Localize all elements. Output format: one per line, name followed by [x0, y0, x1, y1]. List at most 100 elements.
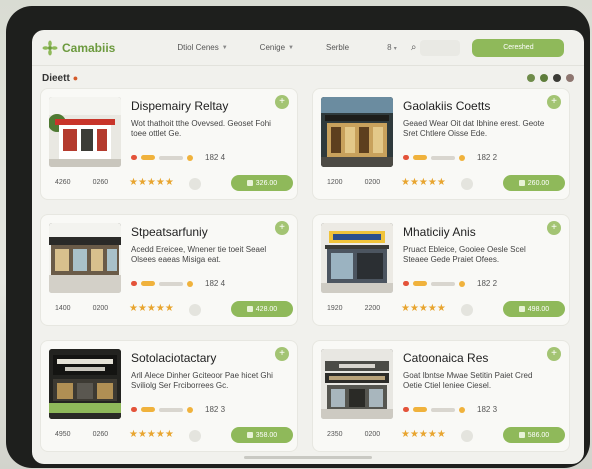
category-tag	[413, 281, 427, 286]
dispensary-card[interactable]: Catoonaica Res Goat Ibntse Mwae Setitin …	[312, 340, 570, 452]
coin-icon	[459, 406, 465, 413]
card-description: Pruact Ebleice, Gooiee Oesle Scel Steaee…	[403, 245, 526, 264]
storefront-red-illustration	[49, 97, 121, 167]
map-view-icon[interactable]	[553, 74, 561, 82]
dispensary-card[interactable]: Dispemairy Reltay Wot thathoit tthe Ovev…	[40, 88, 298, 200]
card-description: Wot thathoit tthe Ovevsed. Geoset Fohi t…	[131, 119, 271, 138]
user-menu-button[interactable]: 8 ▾	[387, 43, 397, 52]
view-options	[527, 74, 574, 82]
price-label: 358.00	[255, 431, 278, 439]
info-icon[interactable]	[461, 430, 473, 442]
category-tag	[141, 407, 155, 412]
info-icon[interactable]	[189, 304, 201, 316]
stat-value: 1200	[327, 179, 343, 186]
brand-logo[interactable]: Camabiis	[42, 40, 115, 56]
card-title[interactable]: Dispemairy Reltay	[131, 99, 228, 113]
price-label: 498.00	[527, 305, 550, 313]
nav-item-label: Cenige	[259, 43, 286, 52]
dispensary-card[interactable]: Gaolakiis Coetts Geaed Wear Oit dat Ibhi…	[312, 88, 570, 200]
list-view-icon[interactable]	[540, 74, 548, 82]
nav-item-label: Serble	[325, 43, 350, 52]
review-count: 182 4	[205, 153, 226, 162]
category-tag	[159, 281, 183, 286]
price-button[interactable]: 428.00	[231, 301, 293, 317]
rating-stars: ★★★★★	[401, 177, 446, 188]
storefront-image	[321, 223, 393, 293]
stat-value: 0200	[92, 305, 109, 312]
info-icon[interactable]	[189, 430, 201, 442]
nav-item-dtiol-cenes[interactable]: Dtiol Cenes ▼	[177, 43, 227, 52]
price-label: 326.00	[255, 179, 278, 187]
dispensary-card[interactable]: Sotolaciotactary Arll Alece Dinher Gcite…	[40, 340, 298, 452]
coin-icon	[459, 154, 465, 161]
tablet-frame: Camabiis Dtiol Cenes ▼ Cenige ▼ Serble 8…	[6, 6, 590, 468]
stat-value: 0260	[92, 431, 109, 438]
storefront-image	[321, 97, 393, 167]
grid-view-icon[interactable]	[527, 74, 535, 82]
stat-value: 0200	[364, 431, 381, 438]
storefront-image	[49, 349, 121, 419]
dispensary-card[interactable]: Stpeatsarfuniy Acedd Ereicee, Wnener tie…	[40, 214, 298, 326]
category-tag	[413, 407, 427, 412]
card-meta: 182 2	[403, 153, 497, 162]
card-stats: 2350 0200	[327, 431, 380, 438]
card-meta: 182 4	[131, 279, 225, 288]
add-favorite-button[interactable]: +	[275, 95, 289, 109]
card-title[interactable]: Sotolaciotactary	[131, 351, 216, 365]
price-button[interactable]: 498.00	[503, 301, 565, 317]
add-favorite-button[interactable]: +	[547, 221, 561, 235]
bag-icon	[518, 306, 525, 312]
storefront-dark-illustration	[49, 349, 121, 419]
search-input[interactable]	[420, 39, 461, 56]
chevron-down-icon: ▾	[393, 46, 397, 52]
bag-icon	[246, 306, 253, 312]
chevron-down-icon: ▼	[221, 44, 228, 51]
card-title[interactable]: Stpeatsarfuniy	[131, 225, 208, 239]
price-label: 260.00	[527, 179, 550, 187]
category-tag	[141, 281, 155, 286]
add-favorite-button[interactable]: +	[547, 347, 561, 361]
card-title[interactable]: Mhaticiiy Anis	[403, 225, 476, 239]
category-tag	[131, 407, 137, 412]
home-indicator	[244, 456, 372, 459]
card-meta: 182 3	[131, 405, 225, 414]
category-tag	[159, 155, 183, 160]
info-icon[interactable]	[461, 178, 473, 190]
card-title[interactable]: Gaolakiis Coetts	[403, 99, 490, 113]
storefront-image	[49, 97, 121, 167]
add-favorite-button[interactable]: +	[275, 221, 289, 235]
stat-value: 0260	[92, 179, 109, 186]
dispensary-card[interactable]: Mhaticiiy Anis Pruact Ebleice, Gooiee Oe…	[312, 214, 570, 326]
storefront-grey-illustration	[321, 349, 393, 419]
card-meta: 182 4	[131, 153, 225, 162]
review-count: 182 3	[205, 405, 226, 414]
stat-value: 0200	[364, 179, 381, 186]
info-icon[interactable]	[189, 178, 201, 190]
add-favorite-button[interactable]: +	[547, 95, 561, 109]
user-icon: 8	[387, 43, 392, 52]
category-tag	[159, 407, 183, 412]
search-icon[interactable]: ⌕	[411, 42, 417, 53]
price-button[interactable]: 358.00	[231, 427, 293, 443]
storefront-sign-illustration	[321, 223, 393, 293]
card-title[interactable]: Catoonaica Res	[403, 351, 488, 365]
storefront-image	[321, 349, 393, 419]
price-button[interactable]: 326.00	[231, 175, 293, 191]
coin-icon	[187, 406, 193, 413]
price-label: 428.00	[255, 305, 278, 313]
info-icon[interactable]	[461, 304, 473, 316]
add-favorite-button[interactable]: +	[275, 347, 289, 361]
stat-value: 1400	[55, 305, 71, 312]
coin-icon	[187, 280, 193, 287]
top-nav-bar: Camabiis Dtiol Cenes ▼ Cenige ▼ Serble 8…	[32, 30, 584, 66]
card-stats: 1400 0200	[55, 305, 108, 312]
price-button[interactable]: 586.00	[503, 427, 565, 443]
bag-icon	[518, 432, 525, 438]
category-tag	[431, 281, 455, 286]
price-button[interactable]: 260.00	[503, 175, 565, 191]
nav-item-cenige[interactable]: Cenige ▼	[260, 43, 294, 52]
primary-action-button[interactable]: Cereshed	[472, 38, 565, 57]
main-nav: Dtiol Cenes ▼ Cenige ▼ Serble	[177, 43, 381, 52]
profile-avatar[interactable]	[566, 74, 574, 82]
nav-item-serble[interactable]: Serble	[326, 43, 349, 52]
